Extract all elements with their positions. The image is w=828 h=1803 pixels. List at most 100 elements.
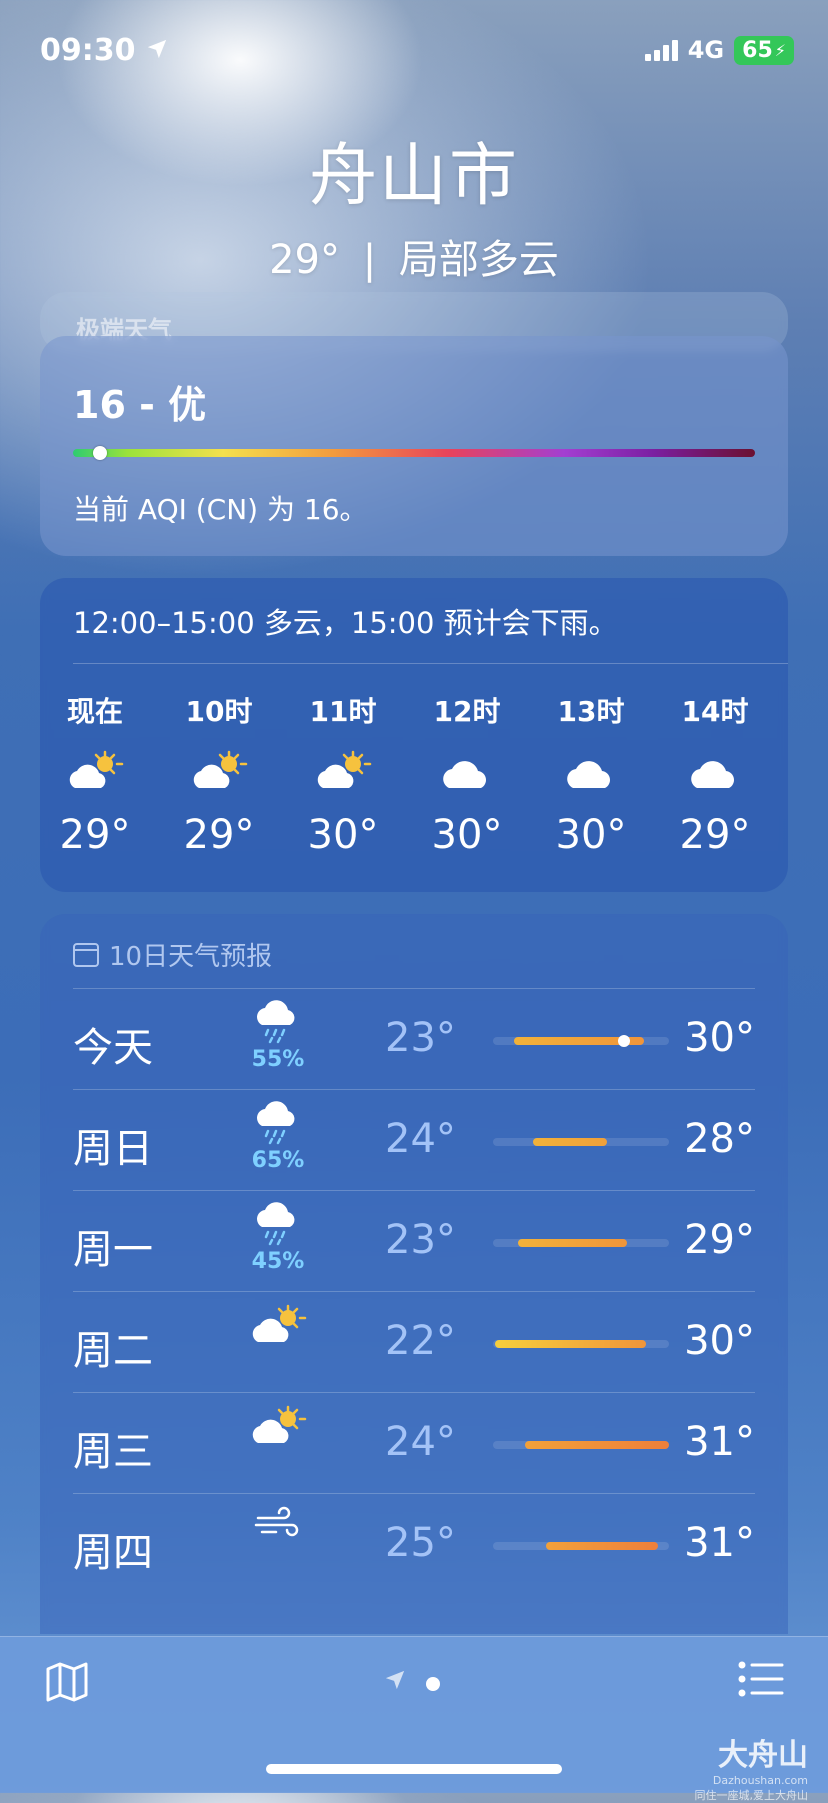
- hour-label: 12时: [433, 695, 501, 728]
- hour-label: 现在: [66, 695, 123, 728]
- status-bar: 09:30 4G 65 ⚡: [40, 30, 794, 70]
- hour-temp: 29°: [183, 812, 255, 858]
- hour-temp: 29°: [679, 812, 751, 858]
- hour-temp: 30°: [555, 812, 627, 858]
- temp-range-fill: [533, 1138, 608, 1146]
- forecast-row[interactable]: 周二 22° 30°: [73, 1291, 755, 1392]
- cloud-icon: [412, 742, 522, 802]
- current-temp: 29°: [269, 237, 340, 283]
- city-name: 舟山市: [308, 137, 519, 216]
- aqi-scale-bar: [73, 449, 755, 457]
- temp-range-bar: [493, 1441, 669, 1449]
- hour-temp: 29°: [59, 812, 131, 858]
- cloud-icon: [660, 742, 770, 802]
- aqi-indicator: [93, 446, 108, 460]
- temp-range-bar: [493, 1239, 669, 1247]
- temp-range-fill: [524, 1441, 669, 1449]
- low-temp: 23°: [385, 1015, 456, 1061]
- partly-cloudy-icon: [40, 742, 150, 802]
- hour-column: 现在 29°: [40, 690, 150, 858]
- high-temp: 31°: [684, 1520, 755, 1566]
- aqi-description: 当前 AQI (CN) 为 16。: [73, 493, 368, 526]
- hour-label: 10时: [185, 695, 253, 728]
- divider: [73, 663, 788, 664]
- battery-level: 65: [742, 37, 773, 63]
- watermark-brand: 大舟山: [718, 1738, 808, 1773]
- watermark-site: Dazhoushan.com: [712, 1774, 808, 1787]
- hour-column: 10时 29°: [164, 690, 274, 858]
- calendar-icon: [73, 942, 99, 967]
- high-temp: 29°: [684, 1217, 755, 1263]
- hour-column: 13时 30°: [536, 690, 646, 858]
- temp-range-bar: [493, 1035, 669, 1047]
- current-location-icon[interactable]: [384, 1669, 406, 1695]
- temp-range-fill: [545, 1542, 659, 1550]
- hour-temp: 30°: [431, 812, 503, 858]
- forecast-row[interactable]: 周日 65% 24° 28°: [73, 1089, 755, 1190]
- page-indicator-dot[interactable]: [426, 1677, 440, 1691]
- low-temp: 25°: [385, 1520, 456, 1566]
- low-temp: 24°: [385, 1419, 456, 1465]
- partly-cloudy-icon: [164, 742, 274, 802]
- partly-cloudy-icon: [288, 742, 398, 802]
- high-temp: 31°: [684, 1419, 755, 1465]
- location-header: 舟山市 29° | 局部多云: [0, 120, 828, 285]
- hourly-summary: 12:00–15:00 多云，15:00 预计会下雨。: [73, 606, 618, 640]
- hour-label: 14时: [681, 695, 749, 728]
- hour-column: 11时 30°: [288, 690, 398, 858]
- rain-icon: 65%: [243, 1100, 313, 1173]
- forecast-day: 周二: [73, 1328, 153, 1374]
- watermark-slogan: 同住一座城,爱上大舟山: [694, 1789, 809, 1802]
- location-arrow-icon: [146, 33, 168, 68]
- partly-cloudy-icon: [243, 1403, 313, 1455]
- forecast-day: 周三: [73, 1429, 153, 1475]
- high-temp: 28°: [684, 1116, 755, 1162]
- forecast-row[interactable]: 周三 24° 31°: [73, 1392, 755, 1493]
- hour-label: 13时: [557, 695, 625, 728]
- current-summary: 29° | 局部多云: [0, 227, 828, 285]
- high-temp: 30°: [684, 1318, 755, 1364]
- hourly-forecast-card[interactable]: 12:00–15:00 多云，15:00 预计会下雨。 现在 29° 10时 29° 1…: [40, 578, 788, 892]
- precip-chance: 45%: [251, 1249, 305, 1274]
- ten-day-title: 10日天气预报: [109, 942, 273, 972]
- precip-chance: 55%: [251, 1047, 305, 1072]
- forecast-day: 周四: [73, 1530, 153, 1576]
- low-temp: 24°: [385, 1116, 456, 1162]
- precip-chance: 65%: [251, 1148, 305, 1173]
- partly-cloudy-icon: [243, 1302, 313, 1354]
- high-temp: 30°: [684, 1015, 755, 1061]
- network-label: 4G: [687, 36, 725, 64]
- forecast-row[interactable]: 今天 55% 23° 30°: [73, 988, 755, 1089]
- forecast-row[interactable]: 周一 45% 23° 29°: [73, 1190, 755, 1291]
- battery-icon: 65 ⚡: [734, 35, 794, 65]
- forecast-day: 周一: [73, 1227, 153, 1273]
- hour-label: 11时: [309, 695, 377, 728]
- temp-range-bar: [493, 1340, 669, 1348]
- home-indicator[interactable]: [266, 1764, 562, 1774]
- hour-temp: 30°: [307, 812, 379, 858]
- current-temp-marker: [617, 1035, 630, 1047]
- temp-range-fill: [517, 1239, 627, 1247]
- ten-day-header: 10日天气预报: [73, 936, 272, 973]
- list-icon[interactable]: [738, 1659, 786, 1703]
- low-temp: 23°: [385, 1217, 456, 1263]
- signal-icon: [644, 39, 678, 61]
- temp-range-bar: [493, 1138, 669, 1146]
- forecast-row[interactable]: 周四 25° 31°: [73, 1493, 755, 1594]
- separator: |: [362, 237, 377, 283]
- clock: 09:30: [40, 32, 136, 68]
- map-icon[interactable]: [44, 1659, 90, 1709]
- forecast-day: 周日: [73, 1126, 153, 1172]
- low-temp: 22°: [385, 1318, 456, 1364]
- ten-day-forecast-card[interactable]: 10日天气预报 今天 55% 23° 30° 周日 65% 24° 28° 周一 45% 23° 29…: [40, 914, 788, 1634]
- temp-range-bar: [493, 1542, 669, 1550]
- aqi-card[interactable]: 16 - 优 当前 AQI (CN) 为 16。: [40, 336, 788, 556]
- rain-icon: 55%: [243, 999, 313, 1072]
- hour-column: 14时 29°: [660, 690, 770, 858]
- cloud-icon: [536, 742, 646, 802]
- forecast-day: 今天: [73, 1025, 153, 1071]
- current-condition: 局部多云: [398, 237, 559, 283]
- aqi-title: 16 - 优: [73, 383, 207, 427]
- wind-icon: [243, 1504, 313, 1548]
- rain-icon: 45%: [243, 1201, 313, 1274]
